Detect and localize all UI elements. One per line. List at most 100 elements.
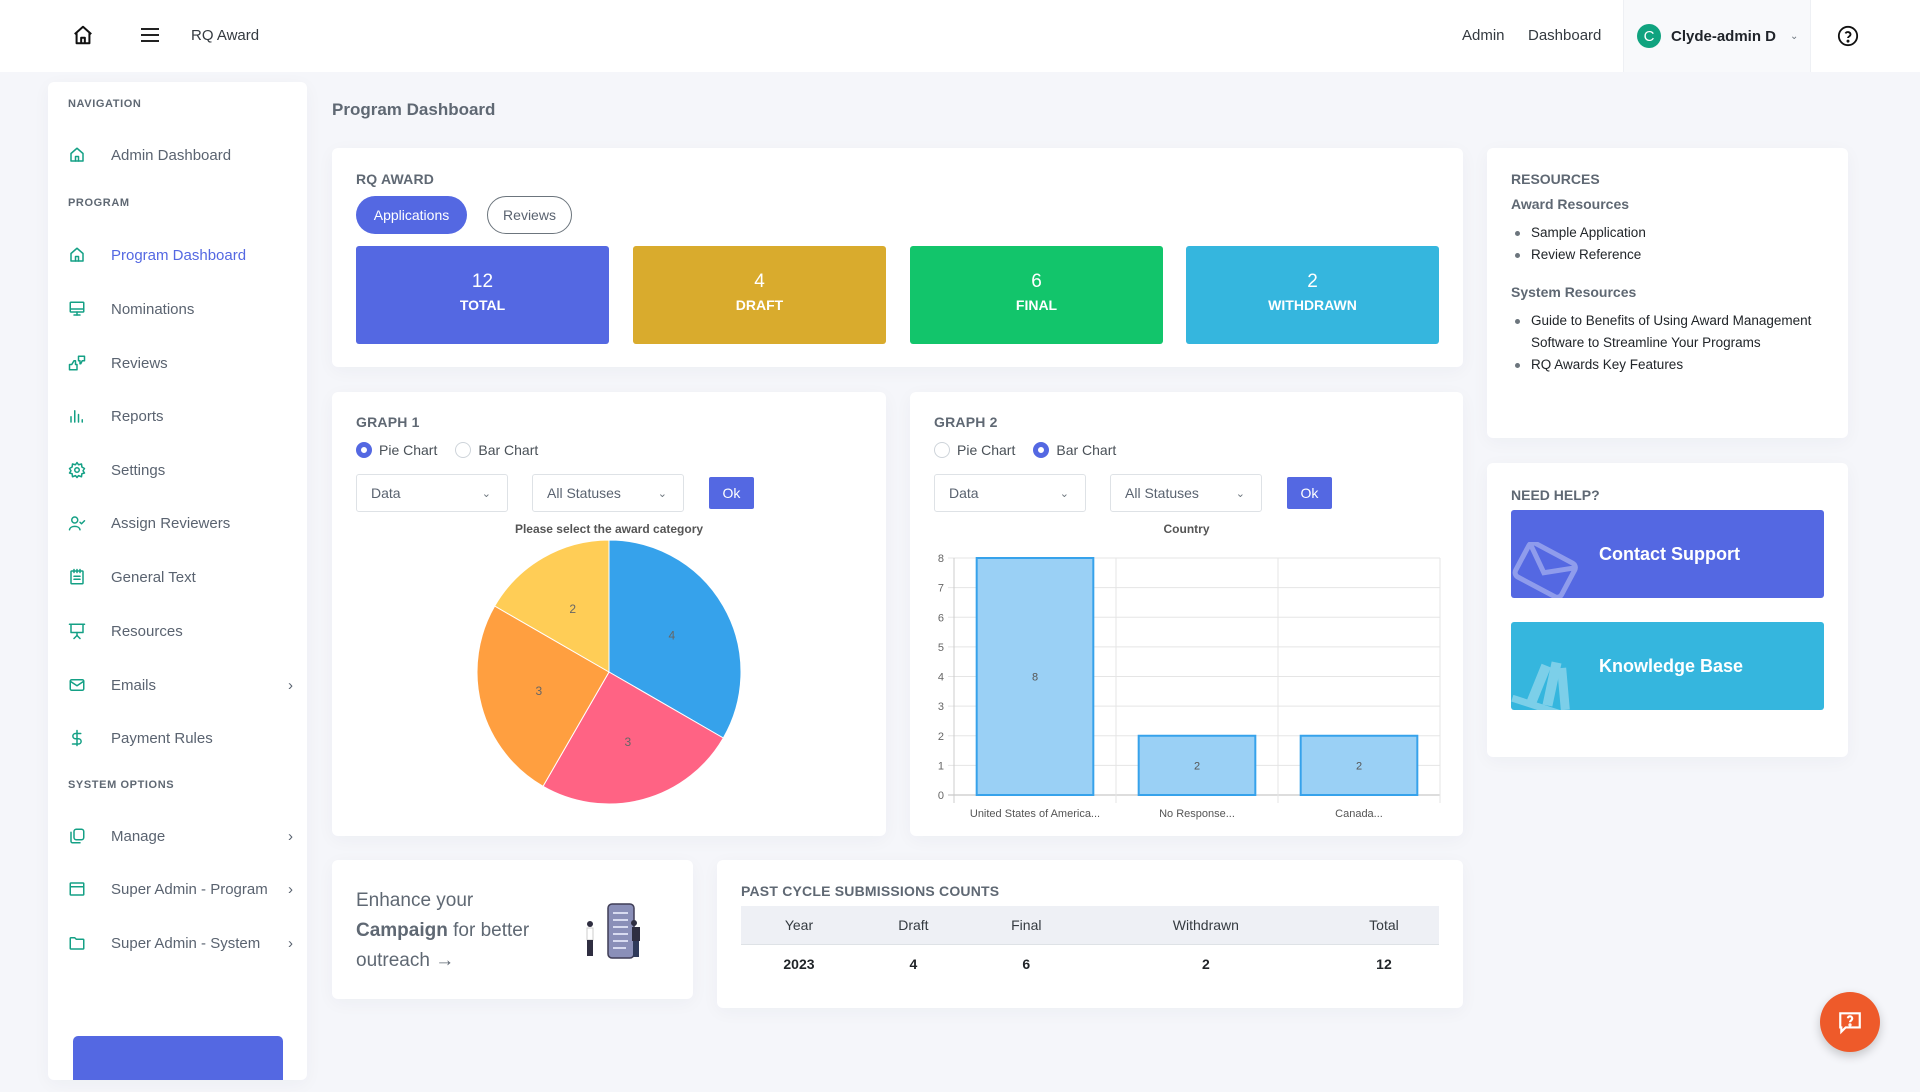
sidebar-item-payment-rules[interactable]: Payment Rules xyxy=(68,723,293,753)
select-value: All Statuses xyxy=(547,485,621,501)
sidebar-item-label: General Text xyxy=(111,568,196,586)
x-tick-label: United States of America... xyxy=(970,808,1100,820)
sidebar-item-reviews[interactable]: Reviews xyxy=(68,348,293,378)
sidebar-item-label: Manage xyxy=(111,827,166,845)
sidebar-item-general-text[interactable]: General Text xyxy=(68,562,293,592)
graph2-radio-bar[interactable] xyxy=(1033,442,1050,458)
contact-support-button[interactable]: Contact Support xyxy=(1511,510,1824,598)
y-tick-label: 1 xyxy=(938,760,944,772)
radio-label: Pie Chart xyxy=(957,442,1016,458)
pie-slice-label: 2 xyxy=(569,602,576,616)
column-header: Year xyxy=(741,906,857,945)
stat-draft[interactable]: 4 DRAFT xyxy=(633,246,886,344)
campaign-bold: Campaign xyxy=(356,920,448,941)
user-name: Clyde-admin D xyxy=(1671,27,1777,45)
select-value: All Statuses xyxy=(1125,485,1199,501)
sidebar-item-assign-reviewers[interactable]: Assign Reviewers xyxy=(68,508,293,538)
graph1-radio-bar[interactable] xyxy=(455,442,472,458)
sidebar-item-admin-dashboard[interactable]: Admin Dashboard xyxy=(68,140,293,170)
bar-value-label: 8 xyxy=(1032,672,1038,684)
pie-chart: 4 3 3 2 xyxy=(476,540,742,805)
admin-link[interactable]: Admin xyxy=(1462,27,1505,44)
stat-label: TOTAL xyxy=(459,297,506,313)
sidebar-item-resources[interactable]: Resources xyxy=(68,616,293,646)
books-icon xyxy=(1511,661,1571,710)
pie-slice-label: 3 xyxy=(536,684,543,698)
graph2-status-select[interactable]: All Statuses ⌄ xyxy=(1110,474,1262,512)
sidebar-item-settings[interactable]: Settings xyxy=(68,455,293,485)
graph1-status-select[interactable]: All Statuses ⌄ xyxy=(532,474,684,512)
campaign-line3: outreach xyxy=(356,950,430,971)
graph2-ok-button[interactable]: Ok xyxy=(1287,477,1332,509)
user-menu[interactable]: C Clyde-admin D ⌄ xyxy=(1623,0,1811,72)
award-summary-card: RQ AWARD Applications Reviews 12 TOTAL 4… xyxy=(332,148,1463,367)
sidebar-bottom-button[interactable] xyxy=(73,1036,283,1080)
table-cell: 2023 xyxy=(783,956,815,973)
dashboard-link[interactable]: Dashboard xyxy=(1528,27,1601,44)
resource-link[interactable]: Guide to Benefits of Using Award Managem… xyxy=(1511,310,1831,354)
x-tick-label: Canada... xyxy=(1335,808,1383,820)
award-title: RQ AWARD xyxy=(356,171,435,187)
y-tick-label: 8 xyxy=(938,553,944,565)
tab-reviews[interactable]: Reviews xyxy=(487,196,572,234)
window-icon xyxy=(68,879,96,899)
y-tick-label: 4 xyxy=(938,672,944,684)
mail-icon xyxy=(68,675,96,695)
home-icon[interactable] xyxy=(72,24,94,51)
table-cell: 4 xyxy=(909,956,918,973)
sidebar-item-emails[interactable]: Emails › xyxy=(68,670,293,700)
pie-slice-label: 3 xyxy=(624,735,631,749)
chat-help-button[interactable] xyxy=(1820,992,1880,1052)
graph1-card: GRAPH 1 Pie Chart Bar Chart Data ⌄ All S… xyxy=(332,392,886,836)
stat-label: WITHDRAWN xyxy=(1268,297,1357,313)
tab-applications[interactable]: Applications xyxy=(356,196,467,234)
chevron-right-icon: › xyxy=(288,827,293,845)
knowledge-base-button[interactable]: Knowledge Base xyxy=(1511,622,1824,710)
graph1-ok-button[interactable]: Ok xyxy=(709,477,754,509)
graph1-radio-pie[interactable] xyxy=(356,442,372,458)
bar-chart-icon xyxy=(68,406,96,426)
sidebar-item-reports[interactable]: Reports xyxy=(68,401,293,431)
help-circle-icon[interactable] xyxy=(1837,25,1859,52)
sidebar-item-label: Nominations xyxy=(111,300,195,318)
column-header: Draft xyxy=(856,906,970,945)
stat-withdrawn[interactable]: 2 WITHDRAWN xyxy=(1186,246,1439,344)
y-tick-label: 6 xyxy=(938,612,944,624)
system-resources-list: Guide to Benefits of Using Award Managem… xyxy=(1511,310,1831,376)
resource-link[interactable]: Review Reference xyxy=(1511,244,1831,266)
campaign-line1: Enhance your xyxy=(356,890,474,911)
chevron-down-icon: ⌄ xyxy=(1059,487,1069,500)
resource-link[interactable]: Sample Application xyxy=(1511,222,1831,244)
sidebar-item-manage[interactable]: Manage › xyxy=(68,821,293,851)
sidebar-item-nominations[interactable]: Nominations xyxy=(68,294,293,324)
sidebar-item-label: Emails xyxy=(111,676,157,694)
knowledge-base-label: Knowledge Base xyxy=(1599,655,1744,676)
nav-section-system-options: SYSTEM OPTIONS xyxy=(68,779,175,791)
stat-final[interactable]: 6 FINAL xyxy=(910,246,1163,344)
stat-total[interactable]: 12 TOTAL xyxy=(356,246,609,344)
sidebar-item-super-admin-system[interactable]: Super Admin - System › xyxy=(68,928,293,958)
resource-link[interactable]: RQ Awards Key Features xyxy=(1511,354,1831,376)
sidebar-item-program-dashboard[interactable]: Program Dashboard xyxy=(68,240,293,270)
graph2-data-select[interactable]: Data ⌄ xyxy=(934,474,1086,512)
help-title: NEED HELP? xyxy=(1511,487,1600,503)
sidebar-item-label: Program Dashboard xyxy=(111,246,247,264)
bar-chart: 0 1 2 3 4 5 6 7 8 8 United States of America... 2 No… xyxy=(938,553,1441,820)
y-tick-label: 5 xyxy=(938,642,944,654)
x-tick-label: No Response... xyxy=(1159,808,1235,820)
sidebar-item-label: Assign Reviewers xyxy=(111,514,231,532)
sidebar-item-super-admin-program[interactable]: Super Admin - Program › xyxy=(68,874,293,904)
select-value: Data xyxy=(949,485,979,501)
campaign-card[interactable]: Enhance your Campaign for better outreac… xyxy=(332,860,693,999)
sidebar-item-label: Settings xyxy=(111,461,166,479)
chevron-right-icon: › xyxy=(288,676,293,694)
contact-support-label: Contact Support xyxy=(1599,543,1740,564)
sidebar-item-label: Reviews xyxy=(111,354,168,372)
app-title: RQ Award xyxy=(191,27,260,44)
sidebar-item-label: Admin Dashboard xyxy=(111,146,232,164)
menu-icon[interactable] xyxy=(140,26,160,49)
sidebar-item-label: Resources xyxy=(111,622,183,640)
graph2-radio-pie[interactable] xyxy=(934,442,950,458)
graph1-data-select[interactable]: Data ⌄ xyxy=(356,474,508,512)
campaign-text: Enhance your Campaign for better outreac… xyxy=(356,886,529,976)
